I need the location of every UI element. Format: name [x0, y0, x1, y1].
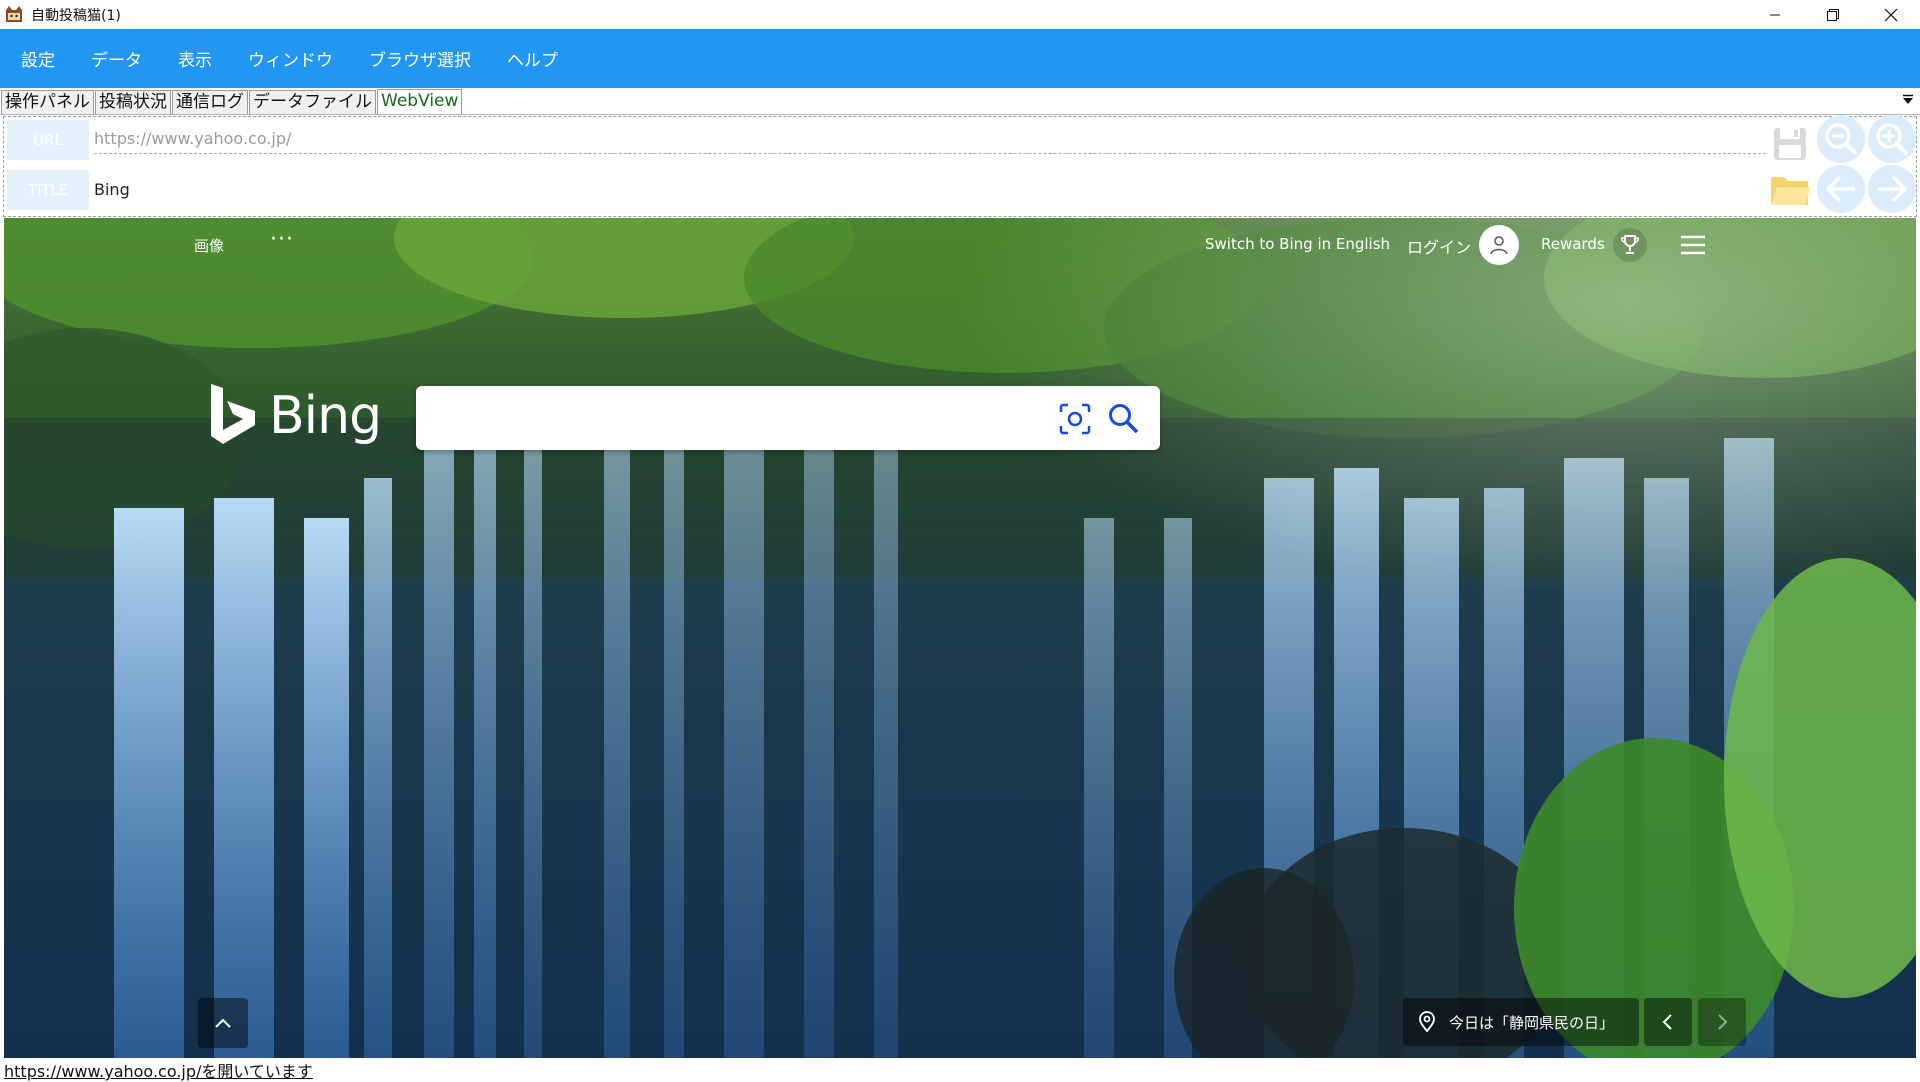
minimize-button[interactable] [1746, 0, 1804, 29]
save-icon [1774, 128, 1806, 160]
close-icon [1884, 8, 1898, 21]
bing-logo[interactable]: Bing [209, 382, 382, 450]
window-controls [1746, 0, 1920, 29]
back-arrow-icon [1825, 175, 1855, 203]
bing-header: 画像 ··· Switch to Bing in English ログイン Re… [4, 218, 1916, 274]
location-pin-icon [1419, 1011, 1435, 1033]
waterfall-background-image [4, 218, 1916, 1058]
chevron-left-icon [1662, 1014, 1672, 1030]
back-button[interactable] [1817, 165, 1865, 213]
menu-help[interactable]: ヘルプ [490, 29, 577, 88]
hamburger-menu-icon[interactable] [1679, 233, 1707, 257]
url-label: URL [7, 120, 89, 160]
rewards-link[interactable]: Rewards [1541, 235, 1605, 253]
image-info-pill[interactable]: 今日は「静岡県民の日」 [1403, 998, 1639, 1046]
title-label: TITLE [7, 170, 89, 210]
search-icon[interactable] [1106, 401, 1140, 435]
menu-window[interactable]: ウィンドウ [231, 29, 352, 88]
menu-settings[interactable]: 設定 [4, 29, 74, 88]
previous-image-button[interactable] [1644, 998, 1692, 1046]
address-panel: URL TITLE Bing [3, 115, 1917, 217]
window-titlebar: 自動投稿猫(1) [0, 0, 1920, 29]
status-bar: https://www.yahoo.co.jp/を開いています [0, 1058, 1920, 1081]
menu-browser-select[interactable]: ブラウザ選択 [352, 29, 490, 88]
image-info-text: 今日は「静岡県民の日」 [1449, 1013, 1615, 1032]
open-folder-button[interactable] [1766, 165, 1814, 213]
zoom-out-button[interactable] [1817, 115, 1865, 163]
url-input[interactable] [94, 124, 1766, 154]
close-button[interactable] [1862, 0, 1920, 29]
rewards-button[interactable] [1613, 228, 1647, 262]
tab-strip: 操作パネル 投稿状況 通信ログ データファイル WebView [0, 88, 1920, 115]
scroll-up-button[interactable] [198, 998, 248, 1048]
forward-button[interactable] [1868, 165, 1916, 213]
bing-b-icon [211, 384, 255, 444]
nav-more-menu[interactable]: ··· [270, 227, 294, 252]
open-folder-icon [1771, 177, 1811, 205]
tab-operation-panel[interactable]: 操作パネル [1, 90, 94, 114]
restore-icon [1827, 8, 1839, 21]
avatar[interactable] [1479, 225, 1519, 265]
tab-data-file[interactable]: データファイル [249, 90, 376, 114]
window-title: 自動投稿猫(1) [31, 7, 121, 24]
cat-app-icon [6, 5, 22, 22]
status-text: https://www.yahoo.co.jp/を開いています [4, 1062, 313, 1081]
minimize-icon [1770, 14, 1780, 15]
search-input[interactable] [432, 396, 1032, 440]
restore-button[interactable] [1804, 0, 1862, 29]
bing-wordmark: Bing [269, 386, 382, 446]
menu-data[interactable]: データ [74, 29, 161, 88]
search-box[interactable] [416, 386, 1160, 450]
zoom-in-button[interactable] [1868, 115, 1916, 163]
tab-post-status[interactable]: 投稿状況 [95, 90, 171, 114]
tab-list-dropdown-icon[interactable] [1902, 94, 1914, 106]
menu-bar: 設定 データ 表示 ウィンドウ ブラウザ選択 ヘルプ [0, 29, 1920, 88]
chevron-up-icon [215, 1018, 231, 1028]
save-button[interactable] [1766, 120, 1814, 168]
user-icon [1490, 236, 1508, 255]
trophy-icon [1621, 235, 1639, 254]
zoom-out-icon [1825, 123, 1858, 156]
page-title-value: Bing [94, 180, 130, 199]
visual-search-icon[interactable] [1058, 402, 1092, 436]
menu-view[interactable]: 表示 [161, 29, 231, 88]
webview[interactable]: 画像 ··· Switch to Bing in English ログイン Re… [4, 218, 1916, 1058]
next-image-button[interactable] [1698, 998, 1746, 1046]
zoom-in-icon [1876, 123, 1909, 156]
chevron-right-icon [1718, 1014, 1728, 1030]
login-link[interactable]: ログイン [1407, 234, 1471, 258]
switch-language-link[interactable]: Switch to Bing in English [1205, 235, 1390, 253]
nav-images-link[interactable]: 画像 [194, 235, 224, 256]
forward-arrow-icon [1878, 175, 1908, 203]
tab-comm-log[interactable]: 通信ログ [172, 90, 248, 114]
tab-webview[interactable]: WebView [377, 89, 463, 114]
